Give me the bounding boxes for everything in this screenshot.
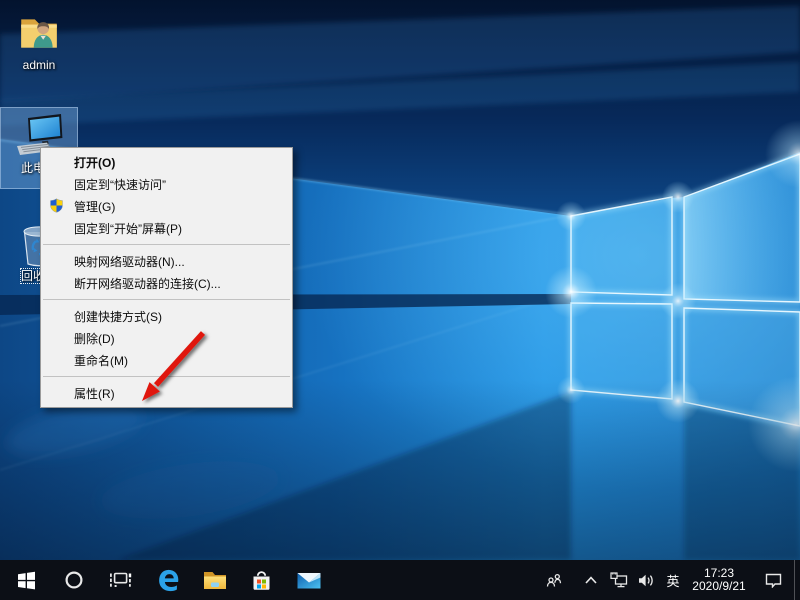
user-folder-icon (16, 10, 62, 56)
menu-separator (43, 376, 290, 377)
file-explorer-icon (202, 569, 228, 591)
menu-item-label: 重命名(M) (74, 352, 128, 369)
mail-icon (296, 570, 322, 591)
ime-indicator[interactable]: 英 (660, 560, 686, 600)
clock[interactable]: 17:23 2020/9/21 (686, 567, 752, 594)
edge-icon (155, 567, 181, 593)
menu-item-pin-to-quick-access[interactable]: 固定到“快速访问” (41, 173, 292, 195)
start-button[interactable] (3, 560, 50, 600)
show-desktop-button[interactable] (794, 560, 800, 600)
menu-item-disconnect-network-drive[interactable]: 断开网络驱动器的连接(C)... (41, 272, 292, 294)
menu-item-label: 属性(R) (74, 385, 115, 402)
menu-item-manage[interactable]: 管理(G) (41, 195, 292, 217)
menu-item-label: 映射网络驱动器(N)... (74, 253, 185, 270)
people-icon (546, 573, 562, 588)
volume-button[interactable] (632, 560, 660, 600)
desktop-icon-admin-folder[interactable]: admin (1, 6, 77, 72)
windows-logo-icon (17, 571, 36, 590)
uac-shield-icon (49, 198, 64, 213)
hidden-icons-button[interactable] (576, 560, 606, 600)
task-view-button[interactable] (97, 560, 144, 600)
chevron-up-icon (584, 575, 598, 585)
edge-button[interactable] (144, 560, 191, 600)
microsoft-store-icon (250, 569, 273, 592)
action-center-icon (765, 572, 782, 588)
cortana-circle-icon (64, 570, 84, 590)
taskbar: 英 17:23 2020/9/21 (0, 560, 800, 600)
context-menu: 打开(O) 固定到“快速访问” 管理(G) 固定到“开始”屏幕(P) 映射网络驱动器(N… (40, 147, 293, 408)
icon-label: admin (23, 58, 56, 72)
menu-item-label: 固定到“快速访问” (74, 176, 166, 193)
ethernet-network-icon (610, 572, 628, 588)
task-view-icon (109, 570, 132, 590)
clock-date: 2020/9/21 (686, 580, 752, 594)
network-button[interactable] (606, 560, 632, 600)
menu-separator (43, 244, 290, 245)
menu-item-map-network-drive[interactable]: 映射网络驱动器(N)... (41, 250, 292, 272)
menu-item-label: 固定到“开始”屏幕(P) (74, 220, 182, 237)
menu-item-label: 删除(D) (74, 330, 115, 347)
file-explorer-button[interactable] (191, 560, 238, 600)
taskbar-left-group (3, 560, 332, 600)
menu-item-pin-to-start-screen[interactable]: 固定到“开始”屏幕(P) (41, 217, 292, 239)
clock-time: 17:23 (686, 567, 752, 581)
store-button[interactable] (238, 560, 285, 600)
menu-item-delete[interactable]: 删除(D) (41, 327, 292, 349)
action-center-button[interactable] (752, 560, 794, 600)
menu-item-create-shortcut[interactable]: 创建快捷方式(S) (41, 305, 292, 327)
menu-item-rename[interactable]: 重命名(M) (41, 349, 292, 371)
cortana-button[interactable] (50, 560, 97, 600)
desktop: admin 此电脑 (0, 0, 800, 560)
system-tray: 英 17:23 2020/9/21 (538, 560, 800, 600)
speaker-icon (638, 573, 655, 588)
people-button[interactable] (538, 560, 570, 600)
menu-item-open[interactable]: 打开(O) (41, 151, 292, 173)
menu-item-label: 打开(O) (74, 154, 115, 171)
menu-item-label: 断开网络驱动器的连接(C)... (74, 275, 221, 292)
menu-item-properties[interactable]: 属性(R) (41, 382, 292, 404)
menu-item-label: 管理(G) (74, 198, 115, 215)
menu-separator (43, 299, 290, 300)
mail-button[interactable] (285, 560, 332, 600)
menu-item-label: 创建快捷方式(S) (74, 308, 162, 325)
